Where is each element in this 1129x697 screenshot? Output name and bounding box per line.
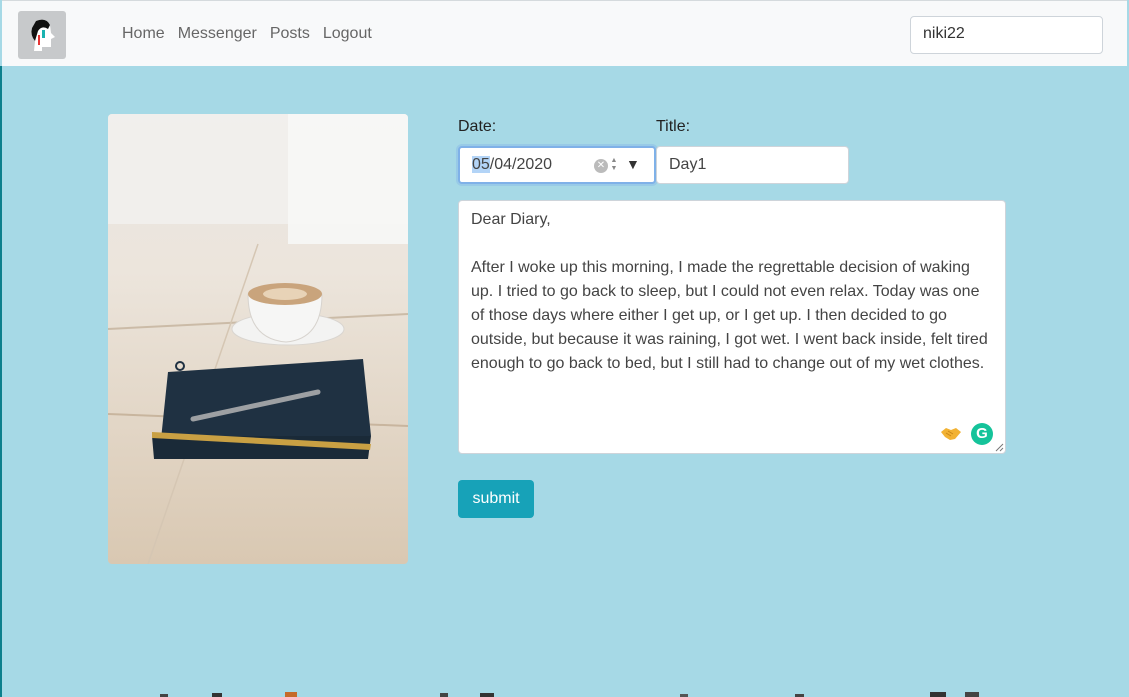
spinner-icon[interactable]: ▲ ▼: [610, 157, 618, 173]
resize-handle-icon[interactable]: [995, 443, 1004, 452]
chevron-down-icon[interactable]: ▼: [626, 156, 640, 172]
nav-logout[interactable]: Logout: [323, 25, 372, 43]
notebook-coffee-image: [108, 114, 408, 564]
partial-content-strip: [160, 692, 979, 697]
logo-icon: [31, 19, 55, 51]
date-label: Date:: [458, 118, 497, 135]
title-label: Title:: [656, 118, 691, 135]
nav-links: Home Messenger Posts Logout: [122, 25, 385, 43]
submit-button[interactable]: submit: [458, 480, 534, 518]
date-month: 05: [472, 156, 490, 173]
date-day-year: /04/2020: [489, 156, 553, 173]
diary-photo: [108, 114, 408, 564]
title-input[interactable]: Day1: [656, 146, 849, 184]
handshake-icon[interactable]: [940, 424, 962, 442]
date-input[interactable]: 05/04/2020 ✕ ▲ ▼ ▼: [458, 146, 656, 184]
date-value: 05/04/2020: [472, 156, 552, 174]
grammarly-icon[interactable]: G: [971, 423, 993, 445]
navbar: Home Messenger Posts Logout niki22: [2, 0, 1127, 66]
nav-messenger[interactable]: Messenger: [178, 25, 257, 43]
nav-posts[interactable]: Posts: [270, 25, 310, 43]
nav-home[interactable]: Home: [122, 25, 165, 43]
logo[interactable]: [18, 11, 66, 59]
clear-icon[interactable]: ✕: [594, 159, 608, 173]
username-field[interactable]: niki22: [910, 16, 1103, 54]
window-edge: [0, 66, 2, 697]
diary-textarea[interactable]: Dear Diary, After I woke up this morning…: [458, 200, 1006, 454]
